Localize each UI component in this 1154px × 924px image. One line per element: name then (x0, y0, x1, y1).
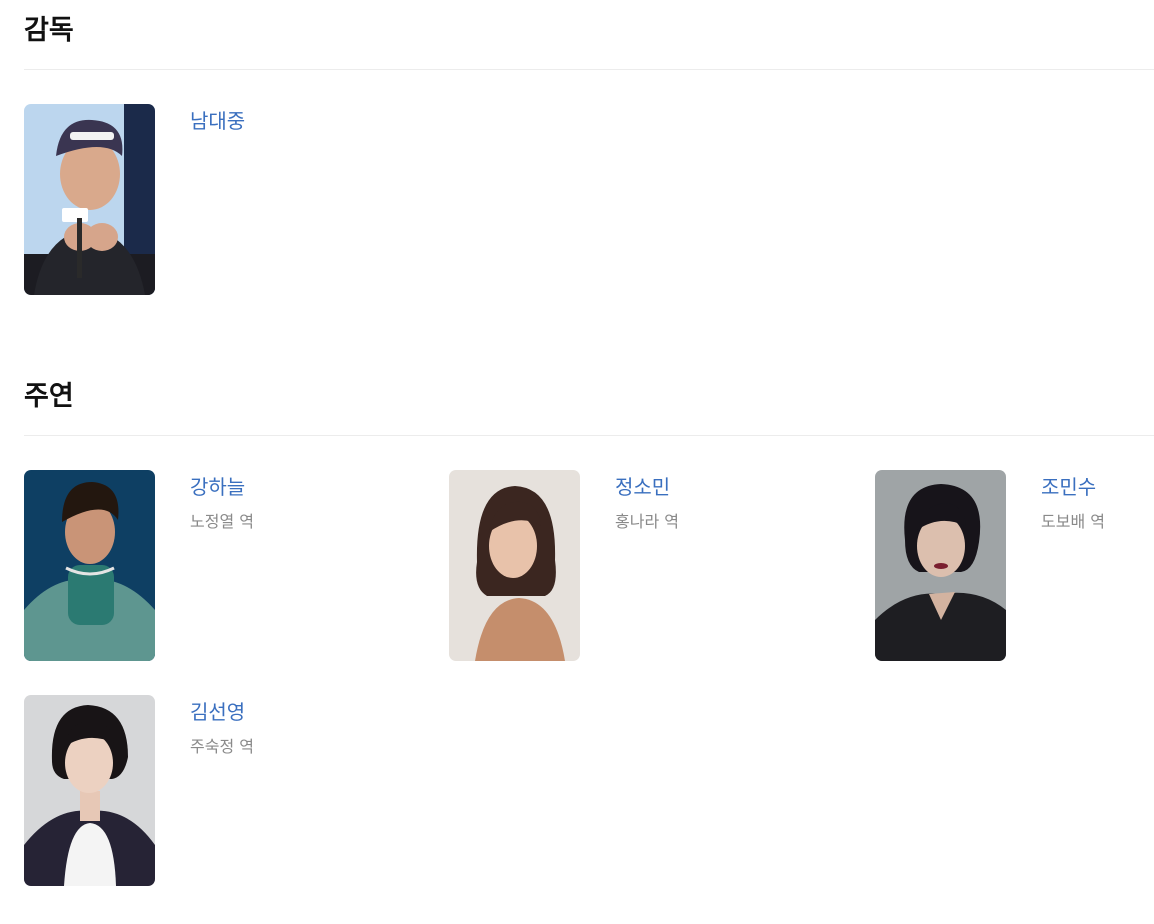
cast-role: 홍나라 역 (615, 512, 679, 531)
cast-photo[interactable] (24, 695, 155, 886)
person-photo-placeholder (24, 470, 155, 661)
director-photo[interactable] (24, 104, 155, 295)
cast-card: 정소민 홍나라 역 (449, 470, 849, 662)
cast-photo[interactable] (449, 470, 580, 661)
cast-name-link[interactable]: 강하늘 (190, 476, 245, 498)
section-divider (24, 69, 1154, 70)
cast-photo[interactable] (875, 470, 1006, 661)
person-photo-placeholder (875, 470, 1006, 661)
director-section-title: 감독 (24, 15, 74, 46)
cast-name-link[interactable]: 김선영 (190, 701, 245, 723)
person-photo-placeholder (24, 695, 155, 886)
cast-section-title: 주연 (24, 381, 74, 412)
director-card: 남대중 (24, 104, 424, 296)
cast-role: 노정열 역 (190, 512, 254, 531)
cast-name-link[interactable]: 조민수 (1041, 476, 1096, 498)
director-name-link[interactable]: 남대중 (190, 110, 245, 132)
person-photo-placeholder (24, 104, 155, 295)
cast-role: 주숙정 역 (190, 737, 254, 756)
cast-card: 강하늘 노정열 역 (24, 470, 424, 662)
section-divider (24, 435, 1154, 436)
person-photo-placeholder (449, 470, 580, 661)
cast-card: 김선영 주숙정 역 (24, 695, 424, 887)
cast-name-link[interactable]: 정소민 (615, 476, 670, 498)
cast-card: 조민수 도보배 역 (875, 470, 1154, 662)
cast-photo[interactable] (24, 470, 155, 661)
cast-role: 도보배 역 (1041, 512, 1105, 531)
